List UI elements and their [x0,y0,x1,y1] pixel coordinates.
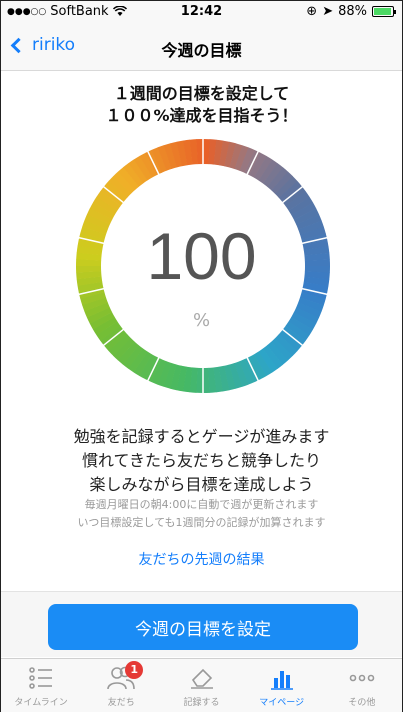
status-bar: ●●●○○ SoftBank 12:42 ⊕ ➤ 88% [1,1,402,23]
tab-friends[interactable]: 1 友だち [81,659,161,712]
orientation-lock-icon: ⊕ [306,4,318,19]
status-right: ⊕ ➤ 88% [306,4,396,19]
page-title: 今週の目標 [161,41,242,60]
tab-label: タイムライン [14,698,68,708]
list-icon [29,667,53,689]
gauge-unit: % [192,310,211,331]
tab-bar: タイムライン 1 友だち 記録する マイページ その他 [1,658,402,712]
note-line1: 毎週月曜日の朝4:00に自動で週が更新されます [84,498,319,511]
tab-label: 記録する [183,698,220,708]
headline-line1: １週間の目標を設定して [113,84,290,103]
gauge-value: 100 [146,219,257,293]
navigation-bar: ririko 今週の目標 [1,23,402,71]
tab-more[interactable]: その他 [322,659,402,712]
description-line2: 慣れてきたら友だちと競争したり [81,451,322,470]
description: 勉強を記録するとゲージが進みます 慣れてきたら友だちと競争したり 楽しみながら目… [1,425,402,497]
tab-label: 友だち [107,698,135,708]
tab-label: マイページ [259,698,305,708]
headline-line2: １００%達成を目指そう！ [105,106,298,125]
battery-icon [372,6,396,17]
more-icon [349,674,375,682]
tab-timeline[interactable]: タイムライン [1,659,81,712]
description-line3: 楽しみながら目標を達成しよう [89,475,314,494]
tab-mypage[interactable]: マイページ [242,659,322,712]
notification-badge: 1 [125,661,144,679]
bar-chart-icon [270,671,293,690]
eraser-icon [190,668,213,689]
description-line1: 勉強を記録するとゲージが進みます [73,427,330,446]
goal-headline: １週間の目標を設定して １００%達成を目指そう！ [1,83,402,127]
friends-last-week-link[interactable]: 友だちの先週の結果 [1,549,402,569]
note-line2: いつ目標設定しても1週間分の記録が加算されます [77,516,326,529]
tab-record[interactable]: 記録する [161,659,241,712]
update-note: 毎週月曜日の朝4:00に自動で週が更新されます いつ目標設定しても1週間分の記録… [1,496,402,532]
battery-percent: 88% [338,4,367,19]
location-arrow-icon: ➤ [322,4,334,19]
set-goal-button[interactable]: 今週の目標を設定 [48,604,358,650]
cta-area: 今週の目標を設定 [1,591,402,657]
tab-label: その他 [348,698,376,708]
